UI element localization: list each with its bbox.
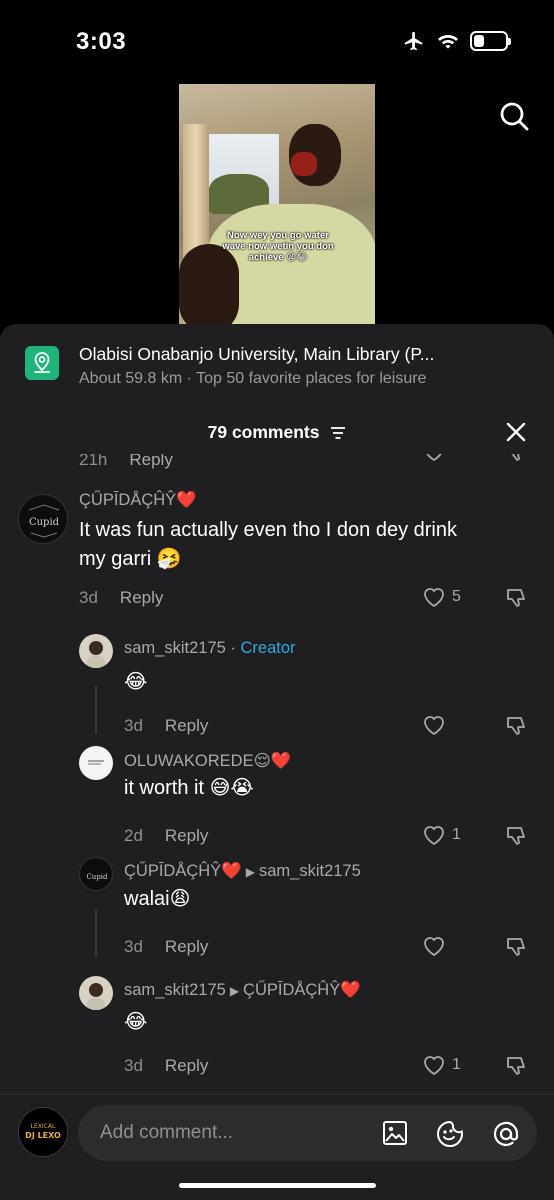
status-time: 3:03: [76, 28, 127, 55]
reply-button[interactable]: Reply: [129, 454, 172, 469]
comment-input-placeholder: Add comment...: [100, 1122, 234, 1143]
partial-comment-row: 21h Reply: [0, 454, 554, 469]
comments-list[interactable]: 21h Reply Ϲupid ÇŰPĪDÅÇĤŶ❤️ It was fun ac…: [0, 454, 554, 1086]
reply-to-username: sam_skit2175: [258, 862, 361, 880]
dislike-icon[interactable]: [505, 454, 529, 464]
heart-icon[interactable]: [422, 454, 446, 462]
like-button[interactable]: 1: [422, 1054, 461, 1076]
svg-text:LEXICAL: LEXICAL: [31, 1123, 56, 1130]
avatar[interactable]: [79, 634, 113, 668]
comment-text: walai😩: [124, 888, 191, 910]
thread-line: [95, 686, 97, 734]
reply-arrow-icon: ▶: [229, 984, 240, 998]
comment-item: Ϲupid ÇŰPĪDÅÇĤŶ❤️ It was fun actually ev…: [0, 488, 554, 618]
reply-item: OLUWAKOREDE😌❤️ it worth it 😅😭 2d Reply 1: [0, 742, 554, 852]
reply-arrow-icon: ▶: [245, 865, 255, 879]
comment-text: 😂: [124, 1011, 148, 1033]
heart-icon: [424, 588, 444, 608]
dislike-icon[interactable]: [505, 935, 529, 959]
image-icon[interactable]: [381, 1119, 409, 1147]
avatar[interactable]: [79, 976, 113, 1010]
dislike-icon[interactable]: [505, 824, 529, 848]
search-icon[interactable]: [498, 100, 530, 132]
avatar[interactable]: [79, 746, 113, 780]
reply-item: sam_skit2175 ▶ ÇŰPĪDÅÇĤŶ❤️ 😂 3d Reply 1: [0, 972, 554, 1082]
like-count: 1: [452, 826, 461, 843]
video-thumbnail[interactable]: Now wey you go water wave now wetin you …: [179, 84, 375, 324]
close-icon[interactable]: [504, 420, 528, 444]
reply-button[interactable]: Reply: [120, 588, 163, 607]
status-icons: [402, 30, 511, 52]
emoji-sticker-icon[interactable]: [435, 1119, 465, 1149]
comment-username[interactable]: OLUWAKOREDE😌❤️: [124, 751, 291, 771]
comment-username[interactable]: ÇŰPĪDÅÇĤŶ❤️ ▶ sam_skit2175: [124, 862, 361, 881]
user-avatar[interactable]: LEXICAL DJ LEXO: [18, 1107, 68, 1157]
like-count: 1: [452, 1056, 461, 1073]
comment-text: It was fun actually even tho I don dey d…: [79, 519, 457, 570]
svg-text:DJ LEXO: DJ LEXO: [25, 1131, 61, 1140]
location-pin-icon: [25, 346, 59, 380]
svg-text:Ϲupid: Ϲupid: [86, 873, 108, 881]
like-button[interactable]: 5: [422, 586, 461, 608]
reply-button[interactable]: Reply: [165, 716, 208, 735]
comments-sheet: Olabisi Onabanjo University, Main Librar…: [0, 324, 554, 1200]
comment-text: it worth it 😅😭: [124, 777, 254, 799]
place-row[interactable]: Olabisi Onabanjo University, Main Librar…: [0, 324, 554, 400]
comment-username[interactable]: ÇŰPĪDÅÇĤŶ❤️: [79, 491, 197, 510]
like-button[interactable]: 1: [422, 824, 461, 846]
status-bar: 3:03: [0, 0, 554, 84]
comment-age: 3d: [124, 937, 143, 956]
place-title: Olabisi Onabanjo University, Main Librar…: [79, 344, 435, 364]
home-indicator[interactable]: [179, 1183, 376, 1188]
battery-icon: [470, 31, 511, 51]
airplane-icon: [404, 31, 423, 51]
comment-text: 😂: [124, 671, 148, 693]
dislike-icon[interactable]: [505, 1054, 529, 1078]
creator-badge: Creator: [240, 639, 296, 657]
sort-filter-icon[interactable]: [330, 426, 346, 440]
like-button[interactable]: [422, 935, 452, 957]
comment-username[interactable]: sam_skit2175 ▶ ÇŰPĪDÅÇĤŶ❤️: [124, 981, 361, 1000]
like-count: 5: [452, 588, 461, 605]
wifi-icon: [438, 35, 458, 49]
avatar[interactable]: Ϲupid: [18, 494, 68, 544]
mention-icon[interactable]: [491, 1119, 521, 1149]
reply-to-username: ÇŰPĪDÅÇĤŶ❤️: [243, 981, 361, 999]
thread-line: [95, 909, 97, 957]
reply-item: sam_skit2175 · Creator 😂 3d Reply: [0, 630, 554, 740]
comment-age: 3d: [124, 716, 143, 735]
reply-button[interactable]: Reply: [165, 1056, 208, 1075]
reply-button[interactable]: Reply: [165, 826, 208, 845]
like-button[interactable]: [422, 714, 452, 736]
dislike-icon[interactable]: [505, 714, 529, 738]
comment-username[interactable]: sam_skit2175 · Creator: [124, 639, 296, 658]
reply-item: Ϲupid ÇŰPĪDÅÇĤŶ❤️ ▶ sam_skit2175 walai😩 3d…: [0, 853, 554, 963]
comment-input[interactable]: Add comment...: [78, 1105, 537, 1161]
comments-header: 79 comments: [0, 416, 554, 448]
video-caption: Now wey you go water wave now wetin you …: [222, 230, 334, 263]
heart-icon: [424, 1056, 444, 1076]
comment-age: 3d: [124, 1056, 143, 1075]
heart-icon: [424, 826, 444, 846]
svg-text:Ϲupid: Ϲupid: [29, 517, 60, 528]
reply-button[interactable]: Reply: [165, 937, 208, 956]
dislike-icon[interactable]: [505, 586, 529, 610]
comment-age: 3d: [79, 588, 98, 607]
heart-icon: [424, 716, 444, 736]
avatar[interactable]: Ϲupid: [79, 857, 113, 891]
comment-age: 2d: [124, 826, 143, 845]
place-subtitle: About 59.8 km · Top 50 favorite places f…: [79, 370, 427, 387]
comments-count[interactable]: 79 comments: [0, 422, 554, 443]
heart-icon: [424, 937, 444, 957]
